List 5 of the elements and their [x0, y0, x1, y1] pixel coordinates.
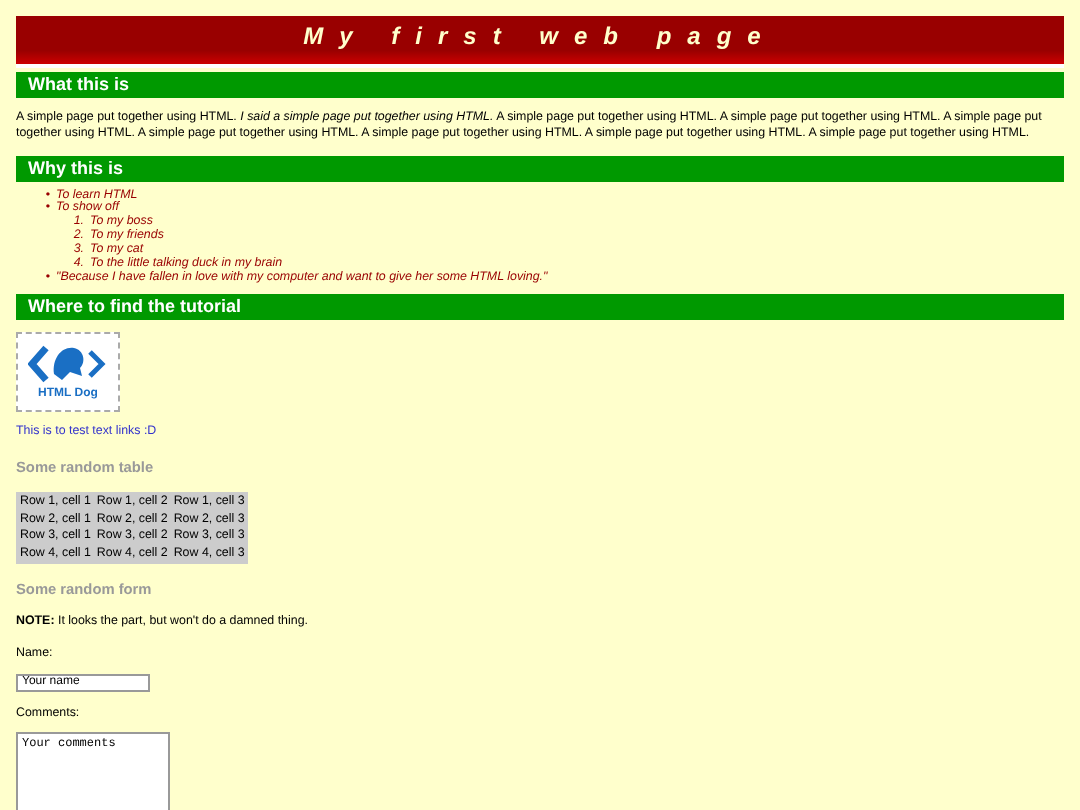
section-heading: Where to find the tutorial	[16, 294, 1064, 321]
section-heading: What this is	[16, 72, 1064, 99]
section-heading: Why this is	[16, 155, 1064, 182]
dog-logo-icon	[28, 341, 108, 386]
page-title: My first web page	[16, 16, 1064, 69]
